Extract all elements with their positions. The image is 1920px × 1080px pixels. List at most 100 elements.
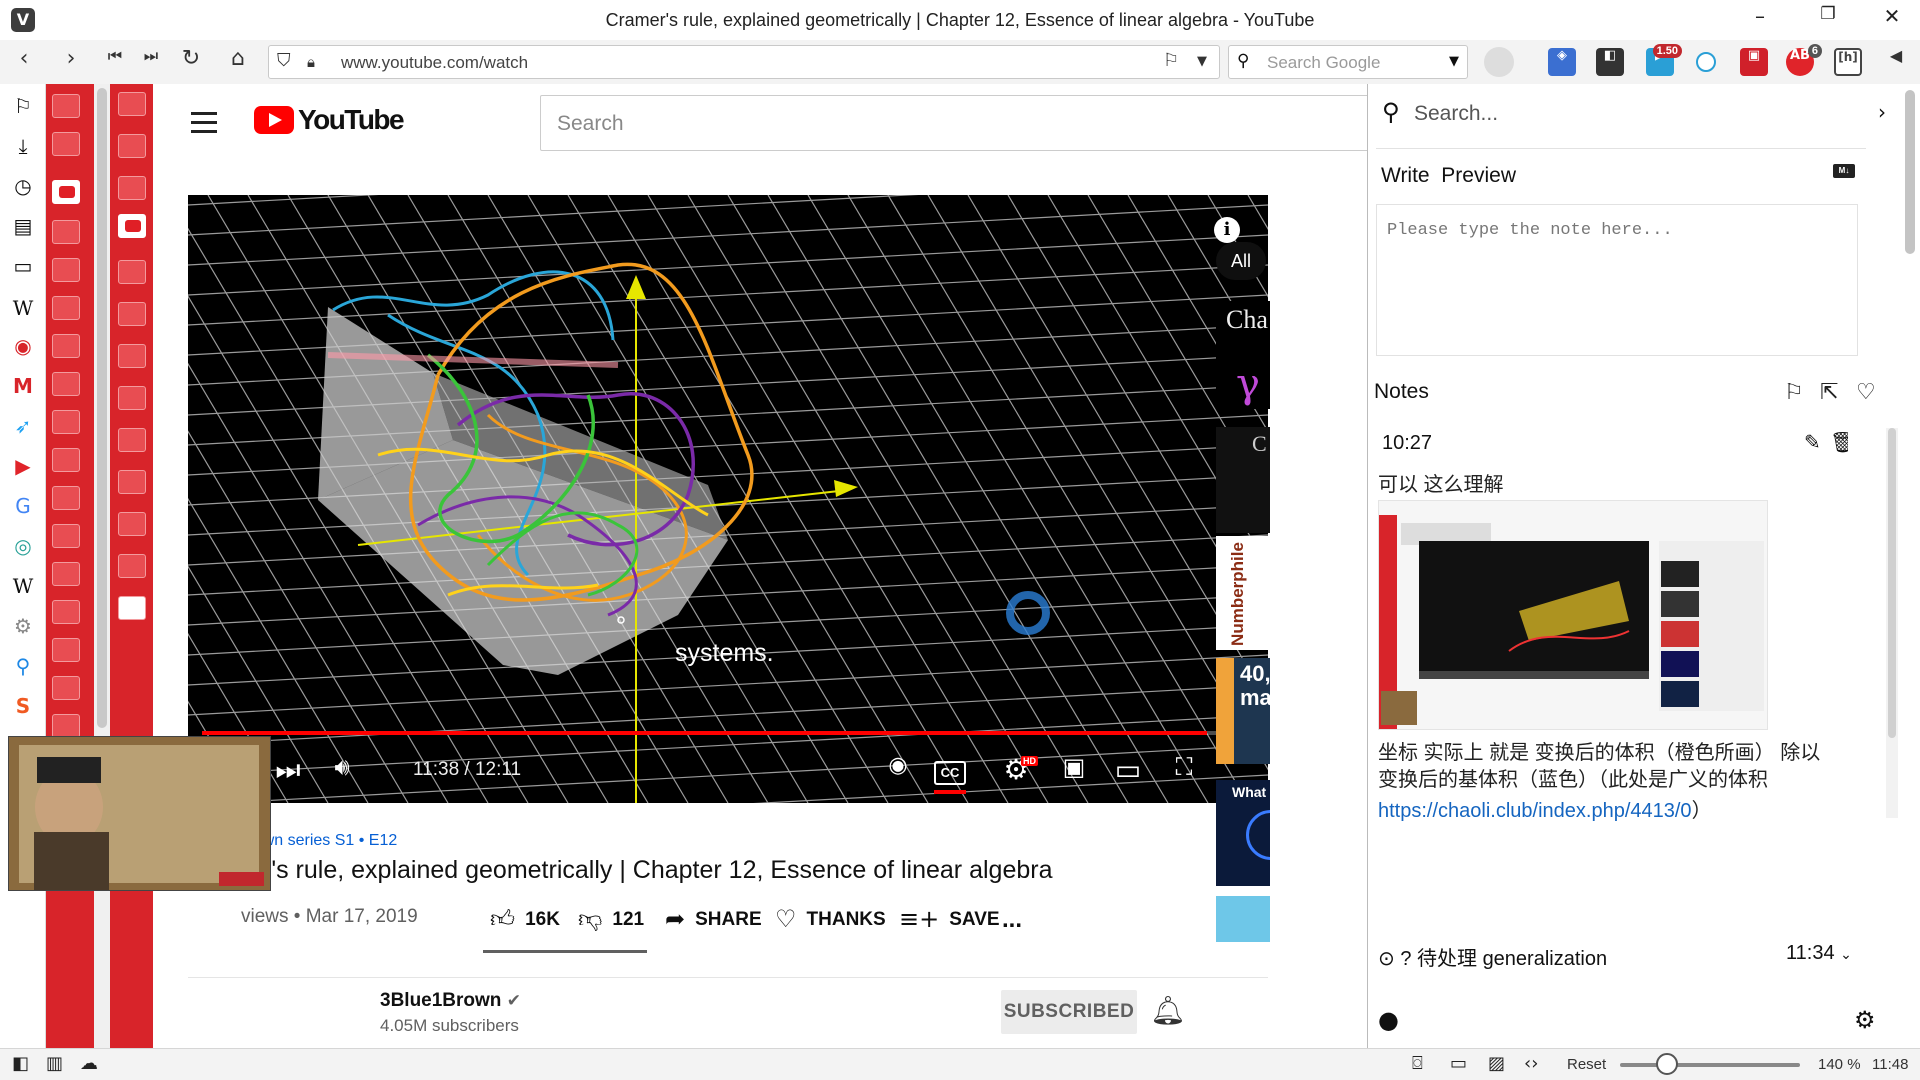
tab-scrollbar[interactable] xyxy=(94,84,110,1048)
speed-ext-icon[interactable]: ▶1.50 xyxy=(1646,44,1682,76)
url-text[interactable]: www.youtube.com/watch xyxy=(341,53,528,73)
search-engine-bar[interactable]: ⚲ Search Google ▼ xyxy=(1228,45,1468,79)
tab-icon[interactable] xyxy=(118,134,146,158)
recommended-thumbnail[interactable]: Cha γ xyxy=(1216,301,1270,409)
like-button[interactable]: 👍︎ 16K xyxy=(490,902,560,938)
zoom-slider[interactable] xyxy=(1620,1063,1800,1067)
thanks-button[interactable]: ♡ THANKS xyxy=(775,902,886,938)
profile-avatar[interactable] xyxy=(1484,47,1514,77)
search-rail-icon[interactable]: ⚲ xyxy=(8,654,38,684)
tab-icon[interactable] xyxy=(118,260,146,284)
weibo-icon[interactable]: ◉ xyxy=(8,334,38,364)
save-button[interactable]: ≡+ SAVE xyxy=(899,902,1000,938)
shield-icon[interactable]: ⛉ xyxy=(277,50,291,71)
tab-icon[interactable] xyxy=(52,132,80,156)
sync-cloud-icon[interactable]: ☁ xyxy=(80,1053,98,1074)
tab-icon[interactable] xyxy=(118,302,146,326)
edit-pencil-icon[interactable]: ✎ xyxy=(1804,430,1821,454)
progress-bar[interactable] xyxy=(202,731,1254,735)
rewind-icon[interactable]: ⏮ xyxy=(99,46,131,78)
tab-icon[interactable] xyxy=(52,638,80,662)
notes-scrollbar[interactable] xyxy=(1886,428,1898,818)
tab-icon[interactable] xyxy=(118,428,146,452)
history-icon[interactable]: ◷ xyxy=(8,174,38,204)
heart-icon[interactable]: ♡ xyxy=(1856,380,1876,405)
todo-item[interactable]: ⊙ ? 待处理 generalization xyxy=(1378,942,1607,971)
tab-icon[interactable] xyxy=(118,470,146,494)
back-icon[interactable]: ‹ xyxy=(8,46,40,78)
tab-icon[interactable] xyxy=(118,512,146,536)
gmail-icon[interactable]: M xyxy=(8,374,38,404)
subscribe-button[interactable]: SUBSCRIBED xyxy=(1001,990,1137,1034)
lock-icon[interactable]: 🔒︎ xyxy=(307,53,315,71)
settings-gear-icon[interactable]: ⚙ xyxy=(1854,1006,1876,1034)
tab-write[interactable]: Write xyxy=(1381,164,1430,187)
chevron-right-icon[interactable]: › xyxy=(1878,100,1886,124)
notes-icon[interactable]: ▤ xyxy=(8,214,38,244)
chip-all[interactable]: All xyxy=(1216,242,1266,280)
recommended-thumbnail[interactable] xyxy=(1216,896,1270,942)
shield-ext-icon[interactable]: ◈ xyxy=(1548,48,1576,76)
bookmark-icon[interactable]: ⚐ xyxy=(1784,380,1804,405)
note-editor-textarea[interactable]: Please type the note here... xyxy=(1376,204,1858,356)
zoom-reset-button[interactable]: Reset xyxy=(1567,1056,1606,1073)
chevron-down-icon[interactable]: ⌄ xyxy=(1840,947,1852,963)
panel-toggle-icon[interactable]: ◀ xyxy=(1880,46,1912,78)
recommended-thumbnail[interactable]: Numberphile xyxy=(1216,536,1270,650)
tab-icon[interactable] xyxy=(118,344,146,368)
tab-icon[interactable] xyxy=(52,524,80,548)
zoom-slider-handle[interactable] xyxy=(1656,1053,1678,1075)
tab-icon[interactable] xyxy=(52,486,80,510)
hamburger-menu-icon[interactable] xyxy=(191,112,217,139)
tab-icon[interactable] xyxy=(52,220,80,244)
tab-preview[interactable]: Preview xyxy=(1441,164,1516,187)
tab-icon[interactable] xyxy=(118,386,146,410)
camera-icon[interactable]: ⌼ xyxy=(1412,1053,1423,1074)
bookmark-icon[interactable]: ⚐ xyxy=(1163,50,1179,71)
tab-icon[interactable] xyxy=(52,562,80,586)
bilibili-icon[interactable]: ▶ xyxy=(8,454,38,484)
picture-in-picture-player[interactable] xyxy=(8,736,271,891)
downloads-icon[interactable]: ⤓ xyxy=(8,134,38,164)
url-dropdown-icon[interactable]: ▼ xyxy=(1197,54,1207,69)
minimize-icon[interactable]: – xyxy=(1740,4,1780,36)
wiki-icon[interactable]: W xyxy=(8,574,38,604)
tab-icon[interactable] xyxy=(52,334,80,358)
tab-icon[interactable] xyxy=(52,372,80,396)
search-engine-dropdown-icon[interactable]: ▼ xyxy=(1449,54,1459,69)
panel-scrollbar[interactable] xyxy=(1900,84,1920,1048)
export-icon[interactable]: ⇱ xyxy=(1820,380,1838,405)
address-bar[interactable]: ⛉ 🔒︎ www.youtube.com/watch ⚐ ▼ xyxy=(268,45,1220,79)
window-panel-icon[interactable]: ▭ xyxy=(8,254,38,284)
twitter-icon[interactable]: ➶ xyxy=(8,414,38,444)
tab-icon[interactable] xyxy=(52,714,80,738)
tab-icon[interactable] xyxy=(52,94,80,118)
adblock-ext-icon[interactable]: AB 6 xyxy=(1786,44,1822,76)
notes-search-input[interactable]: ⚲ Search... › xyxy=(1378,98,1886,132)
channel-name[interactable]: 3Blue1Brown ✔ xyxy=(380,990,521,1012)
tab-icon[interactable] xyxy=(52,410,80,434)
volume-icon[interactable]: 🔊︎ xyxy=(322,753,362,793)
tab-icon[interactable] xyxy=(118,554,146,578)
play-circle-icon[interactable]: ⊙ xyxy=(1378,946,1395,970)
new-tab-icon[interactable] xyxy=(118,596,146,620)
todo-time[interactable]: 11:34 ⌄ xyxy=(1786,942,1852,965)
settings-gear-icon[interactable]: ⚙ xyxy=(8,614,38,644)
next-icon[interactable]: ⏭ xyxy=(268,753,308,793)
image-icon[interactable]: ▨ xyxy=(1488,1053,1505,1074)
youtube-search-input[interactable]: Search xyxy=(540,95,1370,151)
note-timestamp[interactable]: 10:27 xyxy=(1382,432,1432,455)
dark-ext-icon[interactable]: ◧ xyxy=(1596,48,1624,76)
dislike-button[interactable]: 👎︎ 121 xyxy=(578,902,644,938)
github-icon[interactable]: ● xyxy=(1378,1006,1399,1034)
reload-icon[interactable]: ↻ xyxy=(175,46,207,78)
forward-icon[interactable]: › xyxy=(55,46,87,78)
tab-icon[interactable] xyxy=(52,448,80,472)
restore-icon[interactable]: ❐ xyxy=(1808,4,1848,36)
autoplay-toggle-icon[interactable]: ◉ xyxy=(878,753,918,793)
subtitles-button[interactable]: CC xyxy=(934,761,966,785)
bookmarks-icon[interactable]: ⚐ xyxy=(8,94,38,124)
more-actions-icon[interactable]: ... xyxy=(1002,902,1022,938)
note-link[interactable]: https://chaoli.club/index.php/4413/0） xyxy=(1378,794,1712,823)
share-button[interactable]: ➦ SHARE xyxy=(665,902,762,938)
